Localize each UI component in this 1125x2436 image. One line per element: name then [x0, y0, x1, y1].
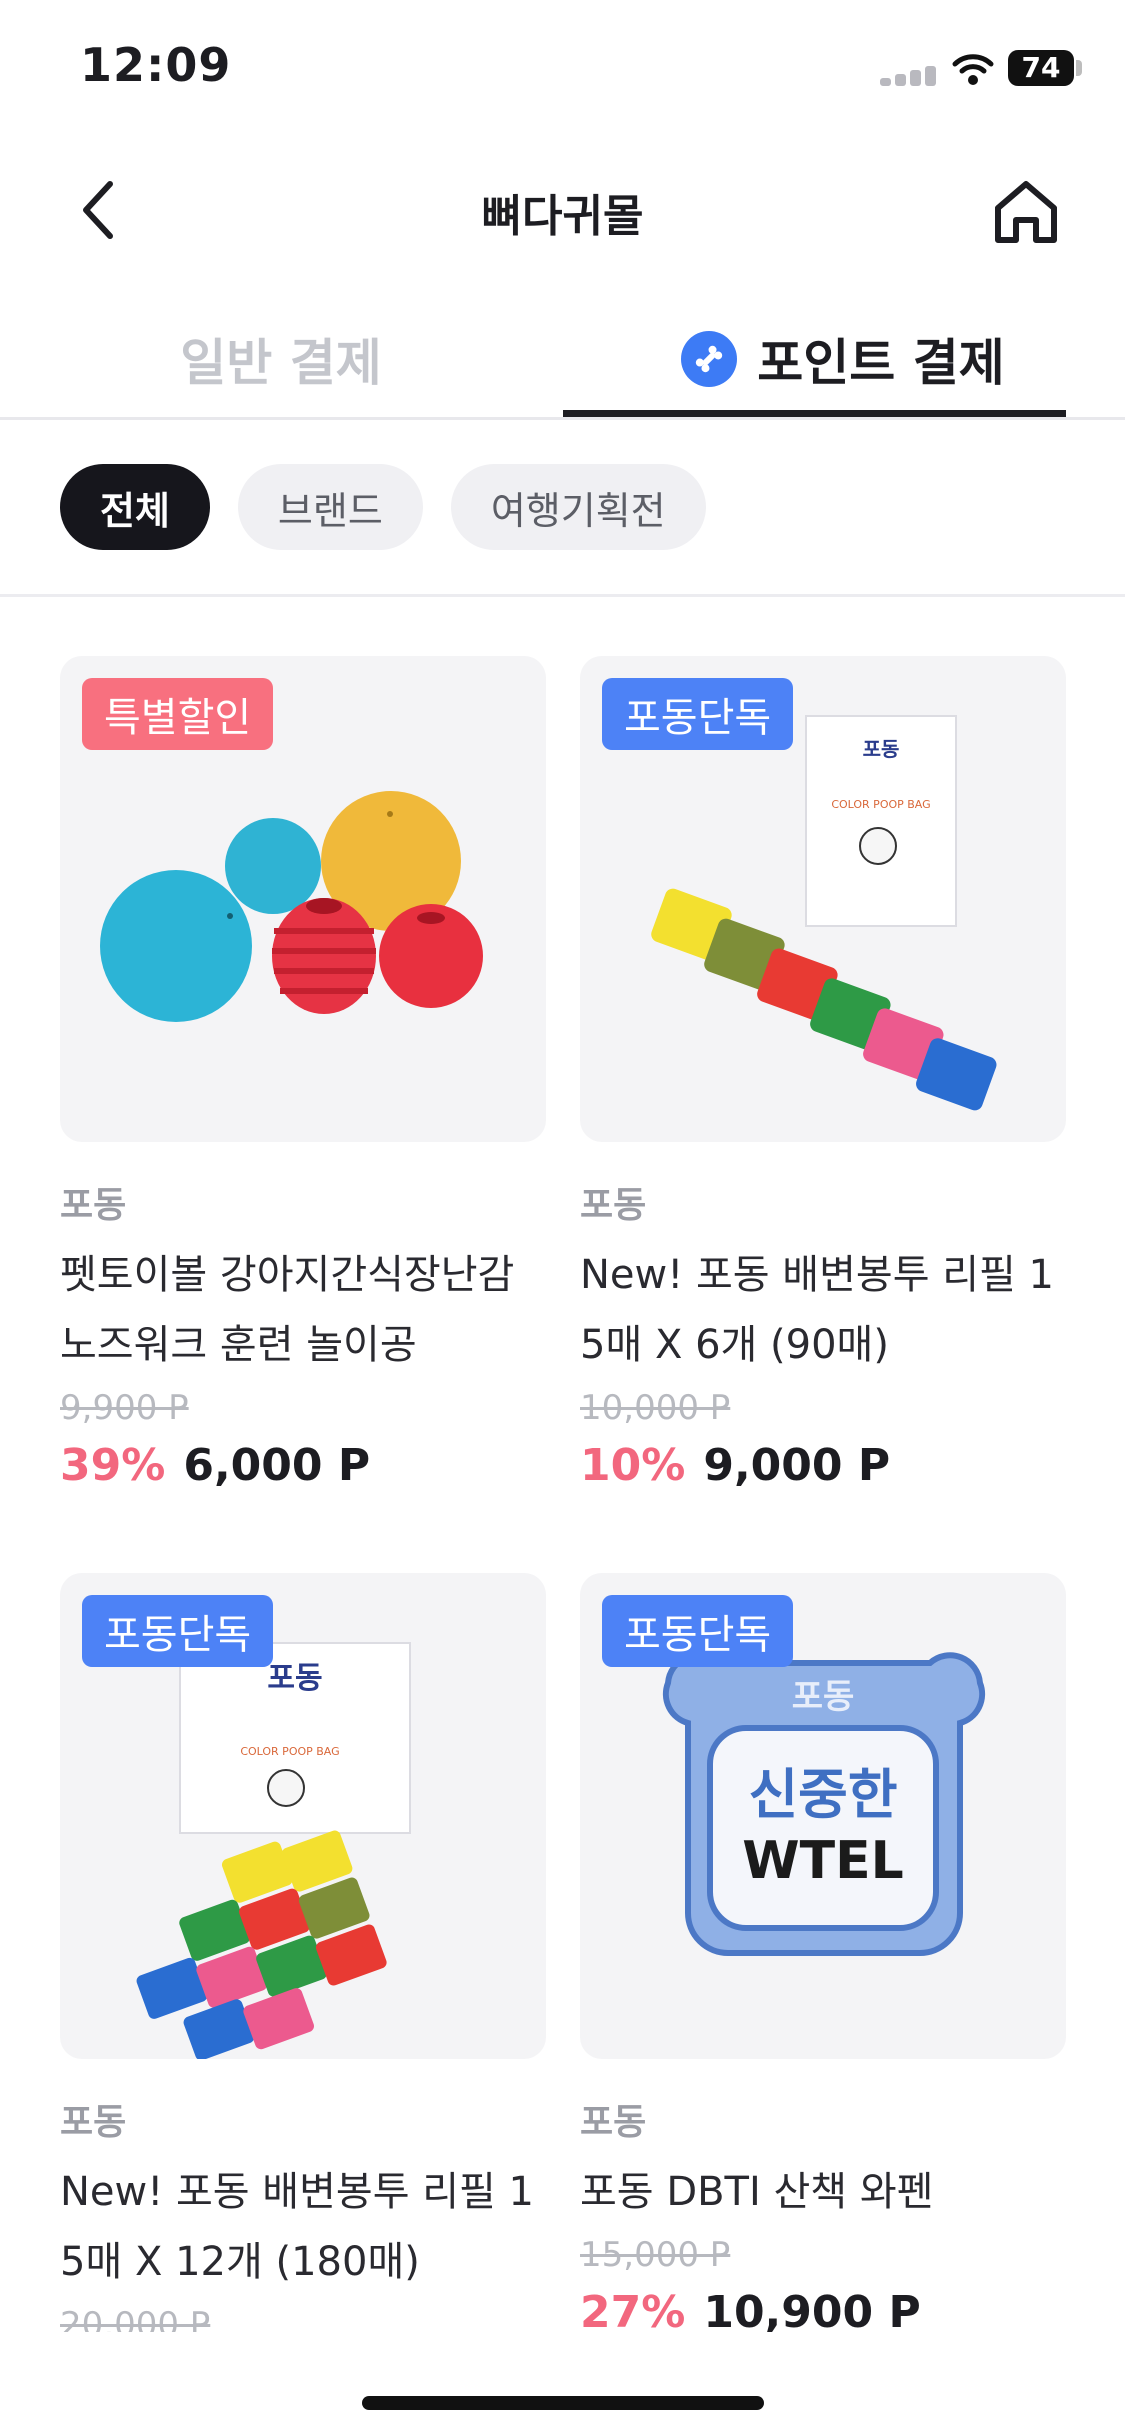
- product-image-toy-balls: 특별할인: [60, 656, 546, 1142]
- wifi-icon: [952, 54, 994, 85]
- product-price-row: 39% 6,000 P: [60, 1440, 546, 1491]
- tab-general-payment[interactable]: 일반 결제: [0, 300, 562, 417]
- product-original-price: 9,900 P: [60, 1388, 189, 1428]
- product-image-poop-bags: 포동단독 포동 COLOR POOP BAG: [580, 656, 1066, 1142]
- filter-chip-all[interactable]: 전체: [60, 464, 210, 550]
- page-title: 뼈다귀몰: [481, 191, 644, 242]
- payment-tabs: 일반 결제 포인트 결제: [0, 300, 1125, 420]
- divider: [0, 594, 1125, 597]
- box-label-text: COLOR POOP BAG: [240, 1745, 339, 1758]
- product-tag: 포동단독: [82, 1595, 274, 1667]
- patch-main-text: 신중한: [748, 1763, 897, 1826]
- product-tag: 특별할인: [82, 678, 274, 750]
- product-brand: 포동: [580, 2102, 647, 2143]
- product-tag: 포동단독: [602, 1595, 794, 1667]
- product-brand: 포동: [580, 1185, 647, 1226]
- product-card[interactable]: 포동단독 포동 신중한 WTEL 포동 포동 DBTI 산책 와펜 15,000…: [580, 1573, 1066, 2332]
- product-original-price: 10,000 P: [580, 1388, 731, 1428]
- product-name: 포동 DBTI 산책 와펜: [580, 2169, 934, 2215]
- home-icon: [995, 181, 1057, 243]
- product-price: 10,900 P: [703, 2287, 921, 2332]
- box-label-text: COLOR POOP BAG: [831, 798, 930, 811]
- tab-general-payment-label: 일반 결제: [180, 333, 382, 392]
- product-discount: 39%: [60, 1440, 166, 1491]
- box-brand-text: 포동: [267, 1661, 322, 1696]
- filter-chip-brand[interactable]: 브랜드: [237, 464, 423, 550]
- product-brand: 포동: [60, 2102, 127, 2143]
- tab-point-payment[interactable]: 포인트 결제: [562, 300, 1124, 417]
- product-name: 펫토이볼 강아지간식장난감 노즈워크 훈련 놀이공: [60, 1252, 515, 1368]
- status-bar: 12:09 74: [0, 0, 1125, 140]
- product-price-row: 10% 9,000 P: [580, 1440, 1066, 1491]
- product-name: New! 포동 배변봉투 리필 15매 X 12개 (180매): [60, 2169, 534, 2285]
- product-grid: 특별할인 포동 펫토이볼 강아지간식장난감 노즈워크 훈련 놀이공 9,900 …: [0, 620, 1125, 2332]
- battery-cap: [1076, 60, 1082, 76]
- navigation-header: 뼈다귀몰: [0, 150, 1125, 270]
- patch-top-text: 포동: [792, 1677, 855, 1717]
- product-price: 9,000 P: [703, 1440, 891, 1491]
- product-price: 6,000 P: [183, 1440, 371, 1491]
- box-brand-text: 포동: [863, 737, 900, 761]
- battery-icon: 74: [1008, 50, 1074, 86]
- product-card[interactable]: 포동단독 포동 COLOR POOP BAG 포동 New! 포동 배변봉투 리…: [580, 656, 1066, 1491]
- cellular-signal-icon: [880, 64, 936, 86]
- product-tag: 포동단독: [602, 678, 794, 750]
- product-image-poop-bags-12: 포동단독 포동 COLOR POOP BAG: [60, 1573, 546, 2059]
- product-price-row: 27% 10,900 P: [580, 2287, 1066, 2332]
- bone-point-icon: [681, 330, 738, 387]
- battery-level: 74: [1021, 51, 1061, 84]
- status-time: 12:09: [80, 38, 232, 92]
- active-tab-indicator: [563, 410, 1066, 417]
- product-image-patch: 포동단독 포동 신중한 WTEL: [580, 1573, 1066, 2059]
- product-original-price: 15,000 P: [580, 2235, 731, 2275]
- home-indicator[interactable]: [362, 2396, 764, 2410]
- filter-chip-travel[interactable]: 여행기획전: [450, 464, 706, 550]
- tab-point-payment-label: 포인트 결제: [757, 333, 1005, 392]
- product-discount: 10%: [580, 1440, 686, 1491]
- patch-code-text: WTEL: [742, 1831, 903, 1891]
- home-button[interactable]: [986, 172, 1066, 252]
- product-name: New! 포동 배변봉투 리필 15매 X 6개 (90매): [580, 1252, 1054, 1368]
- product-brand: 포동: [60, 1185, 127, 1226]
- product-card[interactable]: 포동단독 포동 COLOR POOP BAG 포동 New! 포동 배변봉투 리…: [60, 1573, 546, 2332]
- product-card[interactable]: 특별할인 포동 펫토이볼 강아지간식장난감 노즈워크 훈련 놀이공 9,900 …: [60, 656, 546, 1491]
- product-original-price: 20,000 P: [60, 2305, 211, 2332]
- product-discount: 27%: [580, 2287, 686, 2332]
- filter-chips: 전체 브랜드 여행기획전: [60, 464, 706, 550]
